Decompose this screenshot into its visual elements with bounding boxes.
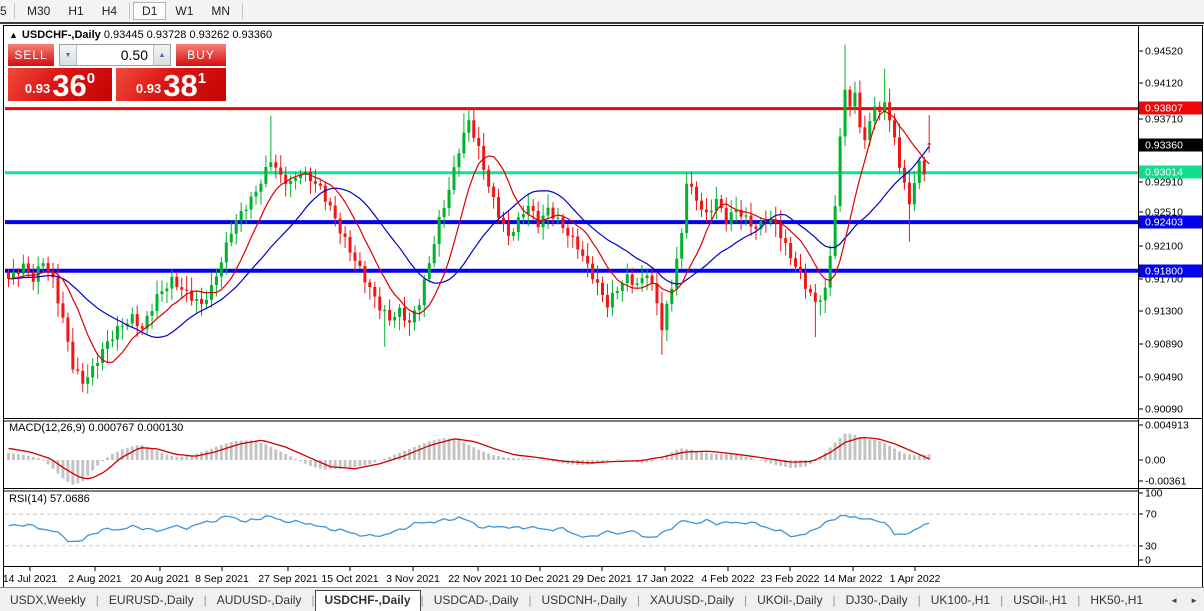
rsi-name: RSI(14) — [9, 493, 47, 505]
buy-price-prefix: 0.93 — [135, 81, 162, 96]
chart-tab-xauusd-daily[interactable]: XAUUSD-,Daily — [640, 590, 744, 610]
sell-price-sup: 0 — [86, 70, 96, 87]
timeframe-button-H4[interactable]: H4 — [93, 2, 126, 20]
date-axis-label: 17 Jan 2022 — [636, 573, 694, 585]
svg-text:0.92403: 0.92403 — [1145, 217, 1183, 229]
date-axis-label: 20 Aug 2021 — [131, 573, 190, 585]
chart-tab-eurusd-daily[interactable]: EURUSD-,Daily — [99, 590, 204, 610]
volume-decrease-button[interactable]: ▼ — [60, 45, 77, 65]
price-badge: 0.91800 — [1139, 264, 1202, 278]
ohlc-low: 0.93262 — [189, 29, 230, 41]
volume-control: ▼ 0.50 ▲ — [59, 44, 171, 66]
scroll-tabs-right-icon[interactable]: ► — [1184, 596, 1204, 605]
price-axis-label: 0.90090 — [1145, 404, 1183, 416]
price-axis-label: 0.90490 — [1145, 372, 1183, 384]
date-axis-label: 10 Dec 2021 — [510, 573, 570, 585]
ohlc-high: 0.93728 — [146, 29, 187, 41]
price-axis-label: 0.94520 — [1145, 46, 1183, 58]
rsi-axis-label: 70 — [1145, 509, 1157, 521]
macd-axis-label: -0.00361 — [1145, 476, 1187, 488]
price-axis-label: 0.90890 — [1145, 339, 1183, 351]
timeframe-button-M30[interactable]: M30 — [18, 2, 59, 20]
rsi-axis-label: 0 — [1145, 555, 1151, 567]
chart-tab-usoil-h1[interactable]: USOil-,H1 — [1003, 590, 1077, 610]
timeframe-button-W1[interactable]: W1 — [166, 2, 202, 20]
date-axis-label: 14 Jul 2021 — [3, 573, 57, 585]
sell-button[interactable]: SELL — [8, 44, 54, 66]
date-axis-label: 22 Nov 2021 — [448, 573, 508, 585]
macd-indicator-label: MACD(12,26,9) 0.000767 0.000130 — [9, 422, 183, 434]
sell-price-prefix: 0.93 — [24, 81, 51, 96]
price-axis-label: 0.94120 — [1145, 78, 1183, 90]
date-axis-label: 29 Dec 2021 — [572, 573, 632, 585]
chart-tab-hk50-h1[interactable]: HK50-,H1 — [1080, 590, 1153, 610]
macd-values: 0.000767 0.000130 — [88, 422, 184, 434]
timeframe-button-5[interactable]: 5 — [0, 2, 11, 20]
chart-tab-usdchf-daily[interactable]: USDCHF-,Daily — [314, 589, 421, 611]
svg-text:0.93807: 0.93807 — [1145, 103, 1183, 115]
trading-platform-window: 0.945200.941200.937100.933200.929100.925… — [0, 0, 1204, 611]
chart-tab-bar: USDX,Weekly | EURUSD-,Daily | AUDUSD-,Daily |… — [0, 587, 1204, 611]
buy-price-big: 38 — [163, 68, 198, 103]
volume-increase-button[interactable]: ▲ — [153, 45, 170, 65]
date-axis-label: 14 Mar 2022 — [824, 573, 883, 585]
price-axis-label: 0.92100 — [1145, 241, 1183, 253]
price-badge: 0.93360 — [1139, 138, 1202, 152]
price-badge: 0.93807 — [1139, 101, 1202, 115]
chart-tab-uk100-h1[interactable]: UK100-,H1 — [921, 590, 1000, 610]
candle — [838, 127, 842, 213]
date-axis-label: 2 Aug 2021 — [68, 573, 121, 585]
sell-price-big: 36 — [52, 68, 87, 103]
macd-axis-label: 0.00 — [1145, 455, 1166, 467]
buy-price-display[interactable]: 0.93 38 1 — [116, 68, 226, 101]
date-axis-label: 27 Sep 2021 — [258, 573, 318, 585]
chart-header: ▲ USDCHF-,Daily 0.93445 0.93728 0.93262 0… — [9, 29, 272, 41]
buy-button[interactable]: BUY — [176, 44, 226, 66]
date-axis-label: 4 Feb 2022 — [701, 573, 754, 585]
timeframe-button-MN[interactable]: MN — [202, 2, 239, 20]
sell-price-display[interactable]: 0.93 36 0 — [8, 68, 112, 101]
chart-tab-audusd-daily[interactable]: AUDUSD-,Daily — [207, 590, 312, 610]
date-axis-label: 15 Oct 2021 — [321, 573, 378, 585]
svg-text:0.93014: 0.93014 — [1145, 167, 1183, 179]
timeframe-button-H1[interactable]: H1 — [59, 2, 92, 20]
toolbar-divider — [0, 22, 1204, 24]
chart-tab-usdcnh-daily[interactable]: USDCNH-,Daily — [532, 590, 637, 610]
chart-tab-ukoil-daily[interactable]: UKOil-,Daily — [747, 590, 832, 610]
toolbar-separator — [14, 3, 15, 19]
svg-text:0.93360: 0.93360 — [1145, 140, 1183, 152]
price-axis-label: 0.93710 — [1145, 114, 1183, 126]
rsi-value: 57.0686 — [49, 493, 90, 505]
timeframe-toolbar: 5 M30 H1 H4 D1 W1 MN — [0, 0, 1204, 23]
rsi-indicator-label: RSI(14) 57.0686 — [9, 493, 90, 505]
toolbar-separator — [129, 3, 131, 19]
price-axis-label: 0.91300 — [1145, 306, 1183, 318]
macd-name: MACD(12,26,9) — [9, 422, 86, 434]
ohlc-open: 0.93445 — [103, 29, 144, 41]
price-badge: 0.93014 — [1139, 165, 1202, 179]
date-axis-label: 1 Apr 2022 — [890, 573, 941, 585]
price-badge: 0.92403 — [1139, 215, 1202, 229]
rsi-axis-label: 30 — [1145, 541, 1157, 553]
svg-text:0.91800: 0.91800 — [1145, 266, 1183, 278]
rsi-axis-label: 100 — [1145, 488, 1163, 500]
volume-input[interactable]: 0.50 — [77, 45, 153, 65]
chart-symbol-label: USDCHF-,Daily — [21, 29, 101, 41]
chart-tab-usdx-weekly[interactable]: USDX,Weekly — [0, 590, 96, 610]
one-click-trading-panel: SELL ▼ 0.50 ▲ BUY 0.93 36 0 0.93 38 1 — [8, 44, 226, 101]
timeframe-button-D1[interactable]: D1 — [133, 2, 167, 20]
date-axis-label: 3 Nov 2021 — [386, 573, 440, 585]
ohlc-close: 0.93360 — [232, 29, 273, 41]
scroll-tabs-left-icon[interactable]: ◄ — [1164, 596, 1184, 605]
date-axis-label: 23 Feb 2022 — [761, 573, 820, 585]
one-click-collapse-icon[interactable]: ▲ — [9, 30, 18, 40]
date-axis-label: 8 Sep 2021 — [195, 573, 249, 585]
macd-axis-label: 0.004913 — [1145, 420, 1189, 432]
chart-tab-dj30-daily[interactable]: DJ30-,Daily — [836, 590, 918, 610]
toolbar-separator — [242, 3, 244, 19]
chart-tab-usdcad-daily[interactable]: USDCAD-,Daily — [424, 590, 529, 610]
buy-price-sup: 1 — [197, 70, 207, 87]
